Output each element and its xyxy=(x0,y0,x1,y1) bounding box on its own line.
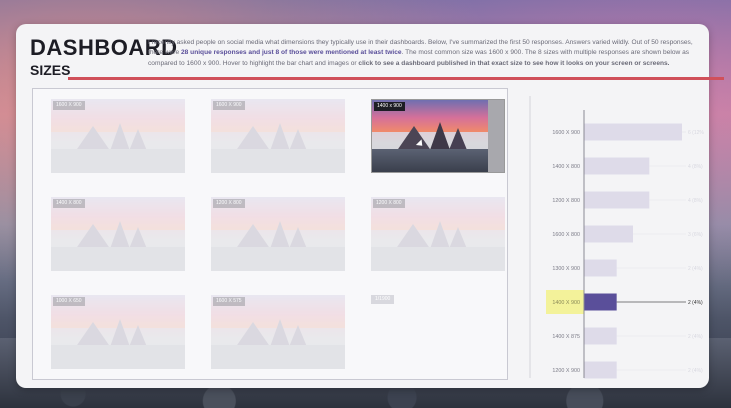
thumbnail-mountain xyxy=(395,125,432,152)
category-label: 1400 X 800 xyxy=(552,164,580,170)
page-subtitle: SIZES xyxy=(30,62,71,78)
category-label: 1400 X 875 xyxy=(552,334,580,340)
thumbnail-ground xyxy=(51,345,185,369)
bar[interactable] xyxy=(584,259,617,277)
title-accent-line xyxy=(68,77,724,80)
bar[interactable] xyxy=(584,293,617,311)
thumbnail-label: 1200 X 800 xyxy=(213,199,245,208)
thumbnail-mountain xyxy=(128,324,147,347)
thumbnail-mountain xyxy=(109,122,130,151)
value-label: 6 (12%) xyxy=(688,130,704,136)
dashboard-thumbnail[interactable]: 1200 X 800 xyxy=(371,197,505,271)
thumbnail-label: 1400 x 900 xyxy=(374,102,405,111)
thumbnail-mountain xyxy=(448,128,467,151)
thumbnail-label: 1200 X 800 xyxy=(373,199,405,208)
thumbnail-mountain xyxy=(128,226,147,249)
dashboard-thumbnail[interactable]: 1000 X 650 xyxy=(51,295,185,369)
bar[interactable] xyxy=(584,123,682,141)
thumbnail-ground xyxy=(51,149,185,173)
thumbnail-mountain xyxy=(269,122,290,151)
thumbnail-label: 1600 X 575 xyxy=(213,297,245,306)
category-label: 1300 X 900 xyxy=(552,266,580,272)
thumbnail-mountain xyxy=(128,128,147,151)
thumbnail-ground xyxy=(371,247,505,271)
thumbnail-mountain xyxy=(448,226,467,249)
thumbnail-mountain xyxy=(109,318,130,347)
value-label: 2 (4%) xyxy=(688,368,703,374)
thumbnail-ground xyxy=(211,247,345,271)
thumbnail-ground xyxy=(372,148,504,172)
page-title: DASHBOARD xyxy=(30,35,178,60)
value-label: 4 (8%) xyxy=(688,164,703,170)
thumbnail-label: 1600 X 900 xyxy=(213,101,245,110)
thumbnail-label: 1600 X 900 xyxy=(53,101,85,110)
thumbnail-mountain xyxy=(288,226,307,249)
value-label: 2 (4%) xyxy=(688,266,703,272)
size-bar-chart: 1600 X 900 6 (12%) 1400 X 800 4 (8%) 1200 X … xyxy=(514,88,704,384)
thumbnail-ground xyxy=(211,345,345,369)
title-block: DASHBOARD SIZES xyxy=(30,35,178,79)
dashboard-thumbnail[interactable]: 1600 X 900 xyxy=(51,99,185,173)
category-label: 1600 X 900 xyxy=(552,130,580,136)
dashboard-thumbnail[interactable]: 1600 X 900 xyxy=(211,99,345,173)
bar-chart-svg: 1600 X 900 6 (12%) 1400 X 800 4 (8%) 1200 X … xyxy=(529,96,704,379)
thumbnail-label: 1400 X 800 xyxy=(53,199,85,208)
thumbnail-mountain xyxy=(430,122,451,151)
thumbnail-mountain xyxy=(269,318,290,347)
thumbnail-mountain xyxy=(288,128,307,151)
category-label: 1400 X 900 xyxy=(552,300,580,306)
value-label: 3 (6%) xyxy=(688,232,703,238)
bar[interactable] xyxy=(584,157,650,175)
thumbnail-ground xyxy=(211,149,345,173)
value-label: 4 (8%) xyxy=(688,198,703,204)
bar[interactable] xyxy=(584,327,617,345)
intro-text: I recently asked people on social media … xyxy=(148,38,696,69)
bar[interactable] xyxy=(584,191,650,209)
thumbnail-mountain xyxy=(269,220,290,249)
intro-highlight-1: 28 unique responses and just 8 of those … xyxy=(181,49,402,57)
category-label: 1200 X 900 xyxy=(552,368,580,374)
dashboard-thumbnail[interactable]: 1600 X 575 xyxy=(211,295,345,369)
intro-highlight-2: click to see a dashboard published in th… xyxy=(358,59,670,67)
dashboard-thumbnail[interactable]: 1400 X 800 xyxy=(51,197,185,271)
value-label: 2 (4%) xyxy=(688,334,703,340)
category-label: 1200 X 800 xyxy=(552,198,580,204)
thumbnail-mountain xyxy=(429,220,450,249)
category-label: 1600 X 800 xyxy=(552,232,580,238)
thumbnail-grid: 1600 X 900 1600 X 900 1400 x 900 1400 X 800… xyxy=(32,88,508,380)
dashboard-thumbnail[interactable]: 1400 x 900 xyxy=(371,99,505,173)
value-label: 2 (4%) xyxy=(688,300,703,306)
thumbnail-label-empty[interactable]: 1/1900 xyxy=(371,295,395,304)
dashboard-thumbnail[interactable]: 1200 X 800 xyxy=(211,197,345,271)
bar[interactable] xyxy=(584,225,633,243)
dashboard-card: DASHBOARD SIZES I recently asked people … xyxy=(16,24,724,388)
thumbnail-mountain xyxy=(109,220,130,249)
thumbnail-label: 1000 X 650 xyxy=(53,297,85,306)
thumbnail-scrollbar[interactable] xyxy=(488,100,504,172)
bar[interactable] xyxy=(584,361,617,379)
thumbnail-ground xyxy=(51,247,185,271)
thumbnail-mountain xyxy=(288,324,307,347)
